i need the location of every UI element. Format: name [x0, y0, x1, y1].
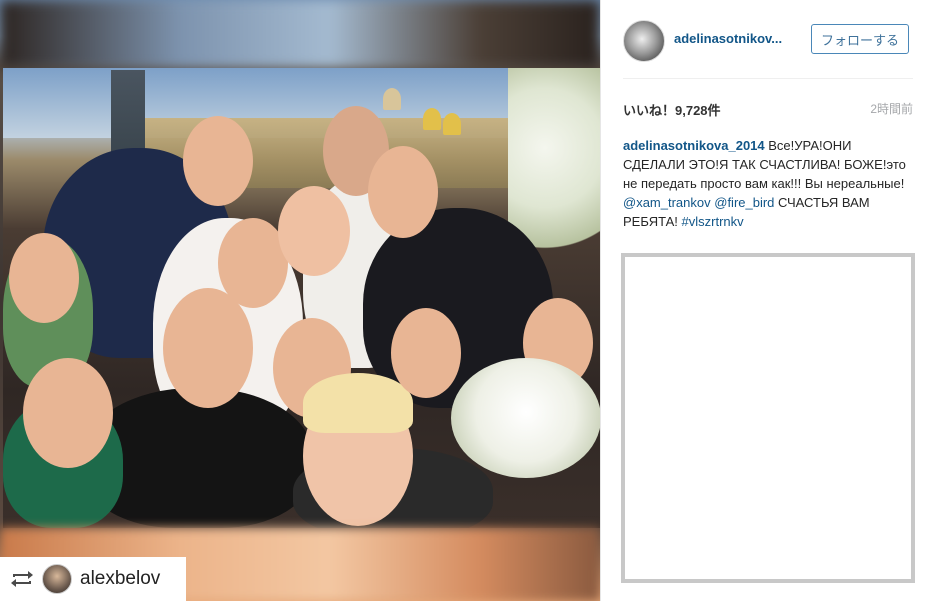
photo-bell-tower	[383, 88, 401, 110]
repost-icon	[8, 565, 36, 593]
post-username[interactable]: adelinasotnikov...	[674, 31, 782, 46]
post-photo[interactable]	[3, 68, 600, 528]
photo-hair	[303, 373, 413, 433]
like-count[interactable]: いいね！9,728件	[623, 100, 721, 119]
follow-button[interactable]: フォローする	[811, 24, 909, 54]
repost-user-avatar[interactable]	[42, 564, 72, 594]
header-divider	[623, 78, 913, 79]
blurred-background-top	[0, 0, 600, 68]
photo-face	[368, 146, 438, 238]
photo-face	[391, 308, 461, 398]
user-avatar[interactable]	[623, 20, 665, 62]
photo-face	[183, 116, 253, 206]
repost-credit[interactable]: alexbelov	[0, 557, 186, 601]
post-details-panel: adelinasotnikov... フォローする いいね！9,728件 2時間…	[600, 0, 935, 601]
photo-face	[163, 288, 253, 408]
post-timestamp[interactable]: 2時間前	[870, 100, 913, 117]
photo-gold-dome	[443, 113, 461, 135]
photo-face	[9, 233, 79, 323]
post-photo-area: alexbelov	[0, 0, 600, 601]
caption-mention[interactable]: @fire_bird	[714, 195, 774, 210]
caption-hashtag[interactable]: #vlszrtrnkv	[682, 214, 744, 229]
caption-username[interactable]: adelinasotnikova_2014	[623, 138, 765, 153]
caption-mention[interactable]: @xam_trankov	[623, 195, 711, 210]
post-header: adelinasotnikov... フォローする	[601, 0, 935, 78]
photo-face	[23, 358, 113, 468]
repost-username[interactable]: alexbelov	[80, 568, 160, 590]
photo-face	[278, 186, 350, 276]
post-caption: adelinasotnikova_2014 Все!УРА!ОНИ СДЕЛАЛ…	[623, 136, 913, 231]
comments-area[interactable]	[621, 253, 915, 583]
photo-gold-dome	[423, 108, 441, 130]
photo-bouquet	[451, 358, 600, 478]
